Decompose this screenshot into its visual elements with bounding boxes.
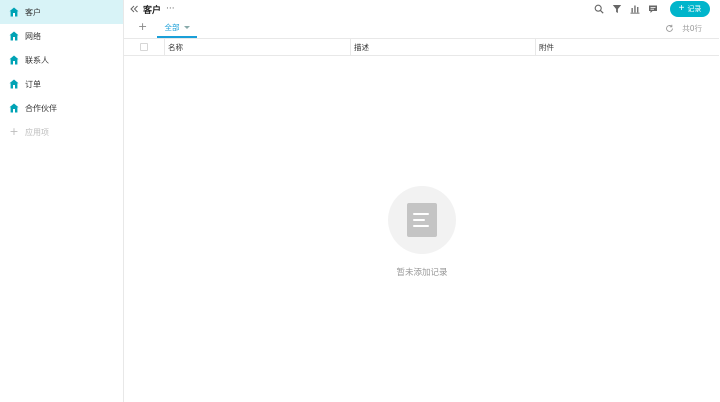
tab-all-label: 全部 [164, 22, 180, 32]
app-home-icon [9, 55, 19, 65]
document-icon [407, 203, 437, 237]
sidebar-item-network[interactable]: 网络 [0, 24, 123, 48]
app-home-icon [9, 103, 19, 113]
view-tabs: + 全部 共0行 [124, 18, 720, 38]
app-home-icon [9, 79, 19, 89]
page-title: 客户 [143, 5, 162, 16]
sidebar-item-partners[interactable]: 合作伙伴 [0, 96, 123, 120]
chevron-down-icon [183, 25, 190, 29]
add-view-button[interactable]: + [138, 21, 147, 32]
row-count: 共0行 [682, 24, 702, 33]
comment-icon[interactable] [648, 4, 658, 14]
page-header: 客户 ··· + 记录 [124, 0, 720, 18]
plus-icon: + [9, 125, 19, 138]
empty-state: 暂未添加记录 [124, 186, 720, 278]
collapse-sidebar-icon[interactable] [129, 4, 139, 14]
column-header-attachment[interactable]: 附件 [536, 39, 719, 55]
column-header-description[interactable]: 描述 [351, 39, 536, 55]
sidebar-item-customers[interactable]: 客户 [0, 0, 123, 24]
sidebar-item-label: 客户 [25, 7, 41, 17]
add-app-item-label: 应用项 [25, 127, 49, 137]
add-record-label: 记录 [687, 6, 702, 13]
sidebar-item-label: 网络 [25, 31, 41, 41]
select-all-checkbox[interactable] [140, 43, 148, 51]
header-actions: + 记录 [594, 1, 710, 17]
table-header: 名称 描述 附件 [124, 38, 719, 56]
empty-illustration [388, 186, 456, 254]
tab-all[interactable]: 全部 [157, 18, 197, 38]
app-home-icon [9, 31, 19, 41]
add-app-item-button[interactable]: + 应用项 [0, 120, 123, 144]
refresh-icon[interactable] [665, 24, 674, 33]
app-home-icon [9, 7, 19, 17]
bar-chart-icon[interactable] [630, 4, 640, 14]
empty-message: 暂未添加记录 [396, 268, 448, 278]
sidebar-item-label: 订单 [25, 79, 41, 89]
more-options-button[interactable]: ··· [166, 4, 175, 14]
sidebar-item-label: 合作伙伴 [25, 103, 57, 113]
sidebar-item-orders[interactable]: 订单 [0, 72, 123, 96]
sidebar: 客户 网络 联系人 订单 合作伙伴 + 应用项 [0, 0, 124, 402]
table-status: 共0行 [665, 23, 702, 34]
sidebar-item-contacts[interactable]: 联系人 [0, 48, 123, 72]
filter-icon[interactable] [612, 4, 622, 14]
sidebar-item-label: 联系人 [25, 55, 49, 65]
search-icon[interactable] [594, 4, 604, 14]
plus-icon: + [678, 3, 685, 14]
select-all-cell [124, 39, 165, 55]
column-header-name[interactable]: 名称 [165, 39, 351, 55]
add-record-button[interactable]: + 记录 [670, 1, 710, 17]
